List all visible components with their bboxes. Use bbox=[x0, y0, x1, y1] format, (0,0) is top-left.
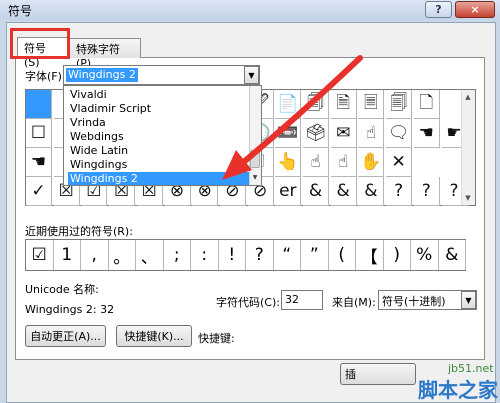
annotation-arrow-icon bbox=[222, 55, 363, 180]
